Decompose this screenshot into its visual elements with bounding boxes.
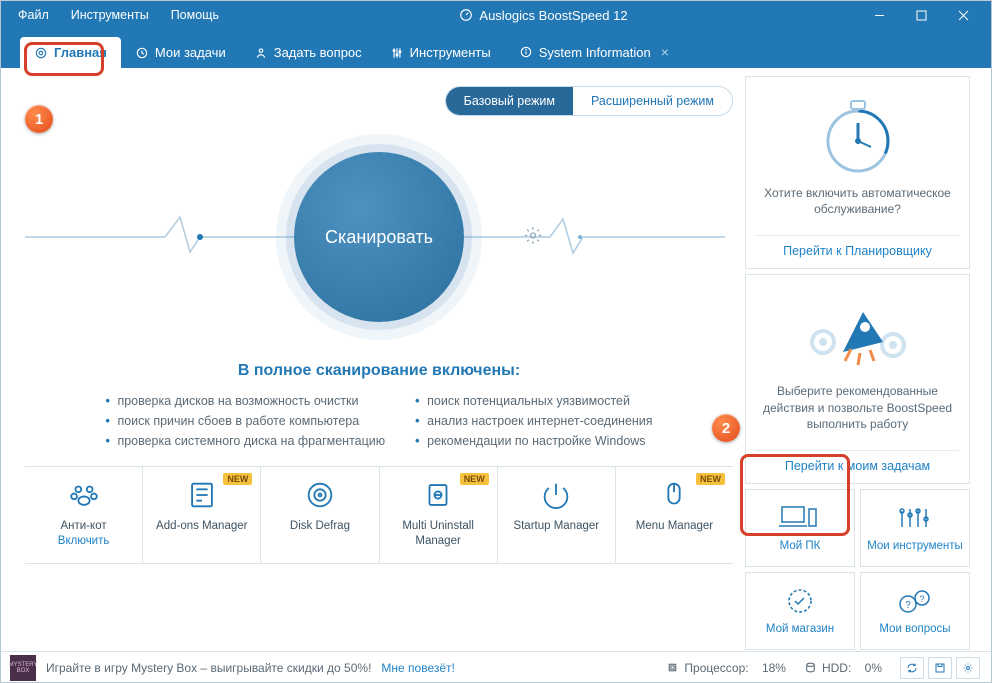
- svg-text:?: ?: [905, 600, 911, 611]
- tools-row: Анти-котВключить NEW Add-ons Manager Dis…: [25, 466, 733, 564]
- pc-icon: [779, 503, 821, 536]
- tool-startup-manager[interactable]: Startup Manager: [498, 467, 616, 563]
- svg-text:?: ?: [919, 594, 924, 604]
- right-panel: Хотите включить автоматическое обслужива…: [739, 68, 992, 651]
- maximize-button[interactable]: [900, 0, 942, 30]
- hdd-stat: HDD: 0%: [804, 661, 882, 675]
- close-button[interactable]: [942, 0, 984, 30]
- link-my-tasks[interactable]: Перейти к моим задачам: [785, 459, 930, 473]
- statusbar: MYSTERY BOX Играйте в игру Mystery Box –…: [0, 651, 992, 683]
- tile-my-questions[interactable]: ?? Мои вопросы: [860, 572, 970, 650]
- tile-my-store[interactable]: Мой магазин: [745, 572, 855, 650]
- mode-advanced[interactable]: Расширенный режим: [573, 87, 732, 115]
- tool-anticat[interactable]: Анти-котВключить: [25, 467, 143, 563]
- tool-menu-manager[interactable]: NEW Menu Manager: [616, 467, 733, 563]
- close-tab-icon[interactable]: ×: [661, 44, 669, 60]
- paw-icon: [66, 477, 102, 513]
- mode-basic[interactable]: Базовый режим: [446, 87, 573, 115]
- include-item: рекомендации по настройке Windows: [415, 434, 652, 448]
- link-scheduler[interactable]: Перейти к Планировщику: [783, 244, 932, 258]
- minimize-button[interactable]: [858, 0, 900, 30]
- rocket-illustration-icon: [756, 287, 959, 377]
- clock-icon: [135, 46, 149, 60]
- include-item: проверка дисков на возможность очистки: [105, 394, 385, 408]
- tab-my-tasks[interactable]: Мои задачи: [121, 37, 240, 68]
- cpu-stat: Процессор: 18%: [666, 661, 786, 675]
- sliders-icon: [390, 46, 404, 60]
- promo-link[interactable]: Мне повезёт!: [381, 661, 454, 675]
- tools-icon: [894, 503, 936, 536]
- promo-text: Играйте в игру Mystery Box – выигрывайте…: [46, 661, 371, 675]
- right-tiles: Мой ПК Мои инструменты Мой магазин ?? Мо…: [745, 489, 970, 650]
- power-icon: [538, 477, 574, 513]
- tile-my-pc[interactable]: Мой ПК: [745, 489, 855, 567]
- tool-addons-manager[interactable]: NEW Add-ons Manager: [143, 467, 261, 563]
- include-item: поиск потенциальных уязвимостей: [415, 394, 652, 408]
- scan-settings-gear[interactable]: [523, 226, 543, 249]
- tool-multi-uninstall[interactable]: NEW Multi Uninstall Manager: [380, 467, 498, 563]
- app-title: Auslogics BoostSpeed 12: [229, 8, 858, 23]
- menu-file[interactable]: Файл: [8, 3, 59, 27]
- new-badge: NEW: [696, 473, 725, 485]
- sb-refresh-button[interactable]: [900, 657, 924, 679]
- tab-ask-question[interactable]: Задать вопрос: [240, 37, 376, 68]
- sb-save-button[interactable]: [928, 657, 952, 679]
- defrag-icon: [302, 477, 338, 513]
- include-item: проверка системного диска на фрагментаци…: [105, 434, 385, 448]
- uninstall-icon: [420, 477, 456, 513]
- gear-icon: [962, 662, 974, 674]
- menu-tools[interactable]: Инструменты: [61, 3, 159, 27]
- stopwatch-illustration-icon: [756, 89, 959, 179]
- person-icon: [254, 46, 268, 60]
- title-menu: Файл Инструменты Помощь: [8, 3, 229, 27]
- cpu-icon: [666, 661, 679, 674]
- scan-area: Сканировать: [25, 122, 733, 352]
- tile-my-tools[interactable]: Мои инструменты: [860, 489, 970, 567]
- mouse-icon: [656, 477, 692, 513]
- hdd-icon: [804, 661, 817, 674]
- info-icon: [519, 45, 533, 59]
- save-icon: [934, 662, 946, 674]
- left-panel: Базовый режим Расширенный режим Сканиров…: [0, 68, 739, 651]
- titlebar: Файл Инструменты Помощь Auslogics BoostS…: [0, 0, 992, 30]
- refresh-icon: [906, 662, 918, 674]
- tab-tools[interactable]: Инструменты: [376, 37, 505, 68]
- mode-row: Базовый режим Расширенный режим: [25, 76, 733, 122]
- callout-number-2: 2: [712, 414, 740, 442]
- include-item: анализ настроек интернет-соединения: [415, 414, 652, 428]
- tab-main[interactable]: Главная: [20, 37, 121, 68]
- includes-title: В полное сканирование включены:: [25, 362, 733, 380]
- includes-list: проверка дисков на возможность очистки п…: [25, 394, 733, 448]
- new-badge: NEW: [223, 473, 252, 485]
- window-controls: [858, 0, 984, 30]
- tabbar: Главная Мои задачи Задать вопрос Инструм…: [0, 30, 992, 68]
- callout-number-1: 1: [25, 105, 53, 133]
- menu-help[interactable]: Помощь: [161, 3, 229, 27]
- mode-toggle: Базовый режим Расширенный режим: [445, 86, 733, 116]
- content: Базовый режим Расширенный режим Сканиров…: [0, 68, 992, 651]
- sb-settings-button[interactable]: [956, 657, 980, 679]
- gear-icon: [523, 226, 543, 246]
- tool-disk-defrag[interactable]: Disk Defrag: [261, 467, 379, 563]
- tab-system-info[interactable]: System Information ×: [505, 36, 683, 68]
- speedometer-icon: [459, 8, 473, 22]
- scan-button[interactable]: Сканировать: [294, 152, 464, 322]
- card-scheduler: Хотите включить автоматическое обслужива…: [745, 76, 970, 269]
- include-item: поиск причин сбоев в работе компьютера: [105, 414, 385, 428]
- target-icon: [34, 46, 48, 60]
- addon-icon: [184, 477, 220, 513]
- question-icon: ??: [894, 586, 936, 619]
- card-recommended: Выберите рекомендованные действия и позв…: [745, 274, 970, 484]
- mystery-box-thumb[interactable]: MYSTERY BOX: [10, 655, 36, 681]
- store-icon: [781, 586, 819, 619]
- new-badge: NEW: [460, 473, 489, 485]
